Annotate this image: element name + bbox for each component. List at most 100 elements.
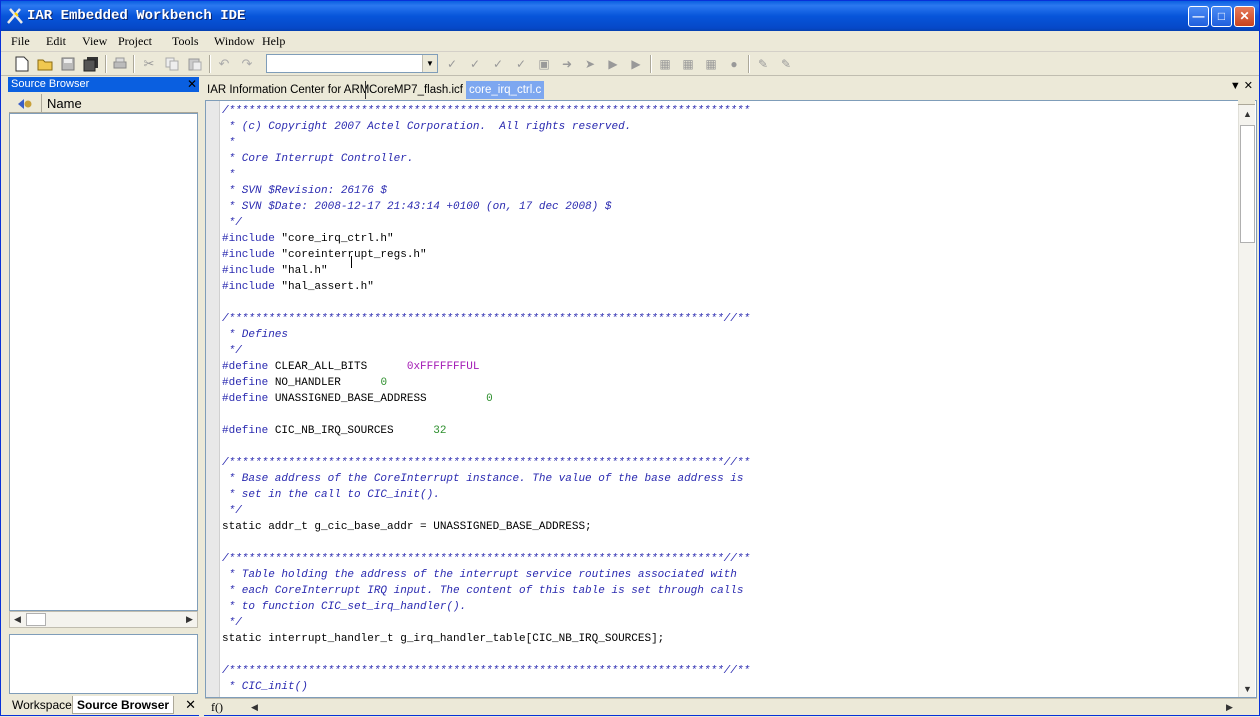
paste-button[interactable]	[186, 55, 204, 73]
column-name[interactable]: Name	[47, 96, 82, 111]
code-line[interactable]	[222, 535, 750, 551]
new-file-button[interactable]	[13, 55, 31, 73]
code-line[interactable]: */	[222, 503, 750, 519]
goto-bookmark-button[interactable]: ✓	[466, 55, 484, 73]
code-line[interactable]: #define UNASSIGNED_BASE_ADDRESS 0	[222, 391, 750, 407]
cut-button[interactable]: ✂	[140, 55, 158, 73]
stop-build-button[interactable]: ▦	[702, 55, 720, 73]
code-line[interactable]: *	[222, 135, 750, 151]
code-line[interactable]: * each CoreInterrupt IRQ input. The cont…	[222, 583, 750, 599]
code-line[interactable]: /***************************************…	[222, 103, 750, 119]
menu-view[interactable]: View	[82, 34, 107, 49]
save-all-button[interactable]	[82, 55, 100, 73]
code-line[interactable]: #define CLEAR_ALL_BITS 0xFFFFFFFUL	[222, 359, 750, 375]
tab-core-irq-ctrl[interactable]: core_irq_ctrl.c	[466, 81, 545, 99]
navigate-button[interactable]: ▣	[535, 55, 553, 73]
debug-button[interactable]: ✎	[754, 55, 772, 73]
code-line[interactable]: static interrupt_handler_t g_irq_handler…	[222, 631, 750, 647]
code-line[interactable]: static addr_t g_cic_base_addr = UNASSIGN…	[222, 519, 750, 535]
next-button[interactable]: ▶	[627, 55, 645, 73]
source-browser-header[interactable]: Source Browser ✕	[8, 77, 199, 92]
code-line[interactable]	[222, 407, 750, 423]
save-button[interactable]	[59, 55, 77, 73]
code-line[interactable]: #define NO_HANDLER 0	[222, 375, 750, 391]
vertical-scrollbar[interactable]: ▲ ▼	[1238, 105, 1255, 697]
navigate-forward-button[interactable]: ➤	[581, 55, 599, 73]
tab-list-icon[interactable]: ▼	[1230, 80, 1241, 92]
menu-edit[interactable]: Edit	[46, 34, 66, 49]
scroll-thumb[interactable]	[26, 613, 46, 626]
code-line[interactable]: *	[222, 167, 750, 183]
symbol-list[interactable]	[9, 113, 198, 611]
scroll-up-icon[interactable]: ▲	[1240, 107, 1255, 122]
scroll-right-icon[interactable]: ▶	[182, 612, 197, 627]
code-line[interactable]: /***************************************…	[222, 455, 750, 471]
code-line[interactable]: /***************************************…	[222, 311, 750, 327]
tab-source-browser[interactable]: Source Browser	[72, 696, 175, 714]
scroll-left-icon[interactable]: ◀	[10, 612, 25, 627]
copy-button[interactable]	[163, 55, 181, 73]
column-type[interactable]	[9, 94, 42, 113]
scroll-left-icon[interactable]: ◀	[247, 700, 262, 715]
code-line[interactable]: #define CIC_NB_IRQ_SOURCES 32	[222, 423, 750, 439]
chevron-down-icon[interactable]: ▼	[422, 55, 437, 72]
menu-window[interactable]: Window	[214, 34, 255, 49]
open-button[interactable]	[36, 55, 54, 73]
toggle-bookmark-button[interactable]: ✓	[443, 55, 461, 73]
code-editor[interactable]: /***************************************…	[205, 100, 1257, 698]
maximize-button[interactable]: □	[1211, 6, 1232, 27]
code-line[interactable]: * Core Interrupt Controller.	[222, 151, 750, 167]
scroll-thumb[interactable]	[1240, 125, 1255, 243]
code-line[interactable]: /***************************************…	[222, 551, 750, 567]
make-button[interactable]: ▦	[679, 55, 697, 73]
menu-tools[interactable]: Tools	[172, 34, 199, 49]
code-line[interactable]: */	[222, 343, 750, 359]
code-line[interactable]: #include "core_irq_ctrl.h"	[222, 231, 750, 247]
close-icon[interactable]: ✕	[187, 77, 197, 91]
code-line[interactable]: /***************************************…	[222, 663, 750, 679]
code-line[interactable]: * to function CIC_set_irq_handler().	[222, 599, 750, 615]
code-line[interactable]: #include "hal.h"	[222, 263, 750, 279]
scroll-down-icon[interactable]: ▼	[1240, 682, 1255, 697]
find-combo[interactable]: ▼	[266, 54, 438, 73]
tab-info-center[interactable]: IAR Information Center for ARM	[204, 81, 372, 99]
code-line[interactable]: * set in the call to CIC_init().	[222, 487, 750, 503]
undo-button[interactable]: ↶	[215, 55, 233, 73]
close-icon[interactable]: ✕	[185, 697, 196, 713]
code-line[interactable]: * Table holding the address of the inter…	[222, 567, 750, 583]
code-line[interactable]: * Defines	[222, 327, 750, 343]
code-line[interactable]: #include "coreinterrupt_regs.h"	[222, 247, 750, 263]
redo-button[interactable]: ↷	[238, 55, 256, 73]
title-bar[interactable]: IAR Embedded Workbench IDE — □ ✕	[1, 1, 1259, 31]
scroll-right-icon[interactable]: ▶	[1222, 700, 1237, 715]
editor-gutter[interactable]	[206, 101, 220, 697]
debug-without-download-button[interactable]: ✎	[777, 55, 795, 73]
code-line[interactable]: * SVN $Date: 2008-12-17 21:43:14 +0100 (…	[222, 199, 750, 215]
code-area[interactable]: /***************************************…	[222, 101, 782, 697]
menu-project[interactable]: Project	[118, 34, 152, 49]
code-line[interactable]: */	[222, 215, 750, 231]
code-line[interactable]: */	[222, 615, 750, 631]
compile-button[interactable]: ▦	[656, 55, 674, 73]
function-navigator[interactable]: f()	[211, 700, 223, 715]
code-line[interactable]	[222, 439, 750, 455]
code-line[interactable]: #include "hal_assert.h"	[222, 279, 750, 295]
find-next-button[interactable]: ✓	[512, 55, 530, 73]
toggle-breakpoint-button[interactable]: ●	[725, 55, 743, 73]
code-line[interactable]: * SVN $Revision: 26176 $	[222, 183, 750, 199]
code-line[interactable]	[222, 295, 750, 311]
code-line[interactable]	[222, 647, 750, 663]
menu-help[interactable]: Help	[262, 34, 285, 49]
tab-workspace[interactable]: Workspace	[8, 696, 76, 714]
code-line[interactable]: * Base address of the CoreInterrupt inst…	[222, 471, 750, 487]
print-button[interactable]	[111, 55, 129, 73]
code-line[interactable]: * (c) Copyright 2007 Actel Corporation. …	[222, 119, 750, 135]
horizontal-scrollbar[interactable]: ◀ ▶	[9, 611, 198, 628]
minimize-button[interactable]: —	[1188, 6, 1209, 27]
find-button[interactable]: ✓	[489, 55, 507, 73]
panel-splitter[interactable]	[199, 77, 204, 717]
code-line[interactable]: * CIC_init()	[222, 679, 750, 695]
navigate-back-button[interactable]: ➜	[558, 55, 576, 73]
menu-file[interactable]: File	[11, 34, 30, 49]
tab-coremp7-flash[interactable]: CoreMP7_flash.icf	[365, 81, 466, 99]
